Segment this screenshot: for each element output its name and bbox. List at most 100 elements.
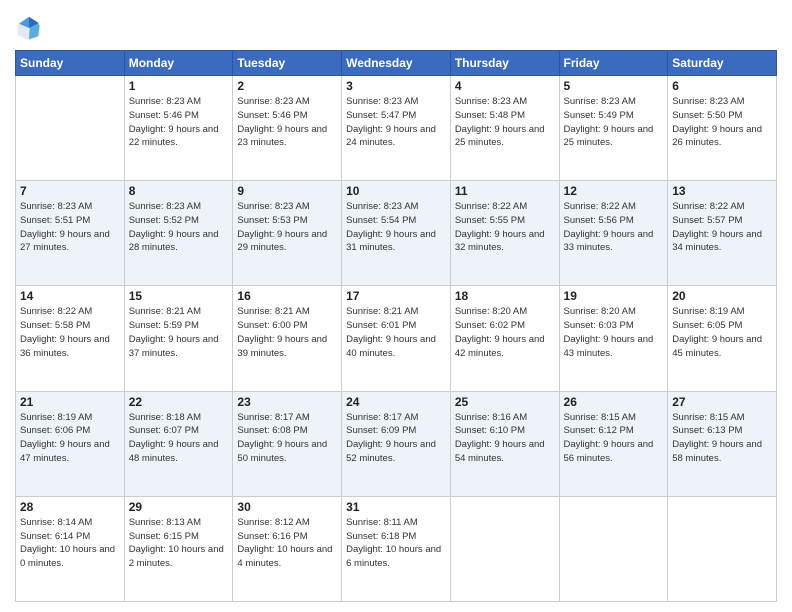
- day-cell: 26Sunrise: 8:15 AMSunset: 6:12 PMDayligh…: [559, 391, 668, 496]
- day-cell: 2Sunrise: 8:23 AMSunset: 5:46 PMDaylight…: [233, 76, 342, 181]
- sunset: Sunset: 5:54 PM: [346, 215, 416, 226]
- day-number: 31: [346, 500, 446, 514]
- day-cell: 31 Sunrise: 8:11 AMSunset: 6:18 PMDayligh…: [342, 496, 451, 601]
- day-info: Sunrise: 8:23 AMSunset: 5:46 PMDaylight:…: [129, 95, 229, 150]
- sunrise: Sunrise: 8:14 AM: [20, 517, 92, 528]
- day-info: Sunrise: 8:11 AMSunset: 6:18 PMDaylight:…: [346, 516, 446, 571]
- day-cell: 23Sunrise: 8:17 AMSunset: 6:08 PMDayligh…: [233, 391, 342, 496]
- daylight: Daylight: 10 hours and 2 minutes.: [129, 544, 224, 569]
- day-number: 10: [346, 184, 446, 198]
- day-number: 19: [564, 289, 664, 303]
- sunrise: Sunrise: 8:22 AM: [564, 201, 636, 212]
- sunrise: Sunrise: 8:21 AM: [346, 306, 418, 317]
- week-row-1: 1 Sunrise: 8:23 AMSunset: 5:46 PMDaylight…: [16, 76, 777, 181]
- sunrise: Sunrise: 8:20 AM: [455, 306, 527, 317]
- sunset: Sunset: 6:12 PM: [564, 425, 634, 436]
- day-number: 30: [237, 500, 337, 514]
- day-info: Sunrise: 8:12 AMSunset: 6:16 PMDaylight:…: [237, 516, 337, 571]
- day-number: 5: [564, 79, 664, 93]
- day-info: Sunrise: 8:23 AMSunset: 5:52 PMDaylight:…: [129, 200, 229, 255]
- week-row-4: 21Sunrise: 8:19 AMSunset: 6:06 PMDayligh…: [16, 391, 777, 496]
- day-number: 7: [20, 184, 120, 198]
- day-cell: 3Sunrise: 8:23 AMSunset: 5:47 PMDaylight…: [342, 76, 451, 181]
- day-info: Sunrise: 8:23 AMSunset: 5:50 PMDaylight:…: [672, 95, 772, 150]
- day-info: Sunrise: 8:14 AMSunset: 6:14 PMDaylight:…: [20, 516, 120, 571]
- sunset: Sunset: 6:09 PM: [346, 425, 416, 436]
- day-cell: 27Sunrise: 8:15 AMSunset: 6:13 PMDayligh…: [668, 391, 777, 496]
- daylight: Daylight: 9 hours and 39 minutes.: [237, 334, 327, 359]
- daylight: Daylight: 9 hours and 33 minutes.: [564, 229, 654, 254]
- day-number: 4: [455, 79, 555, 93]
- sunset: Sunset: 6:16 PM: [237, 531, 307, 542]
- day-info: Sunrise: 8:15 AMSunset: 6:12 PMDaylight:…: [564, 411, 664, 466]
- day-number: 8: [129, 184, 229, 198]
- daylight: Daylight: 9 hours and 47 minutes.: [20, 439, 110, 464]
- day-info: Sunrise: 8:23 AMSunset: 5:47 PMDaylight:…: [346, 95, 446, 150]
- day-cell: 8 Sunrise: 8:23 AMSunset: 5:52 PMDaylight…: [124, 181, 233, 286]
- daylight: Daylight: 9 hours and 26 minutes.: [672, 124, 762, 149]
- day-info: Sunrise: 8:19 AM Sunset: 6:06 PM Daylight:…: [20, 411, 120, 466]
- sunset: Sunset: 6:10 PM: [455, 425, 525, 436]
- sunset: Sunset: 6:08 PM: [237, 425, 307, 436]
- day-cell: 24Sunrise: 8:17 AMSunset: 6:09 PMDayligh…: [342, 391, 451, 496]
- day-info: Sunrise: 8:13 AMSunset: 6:15 PMDaylight:…: [129, 516, 229, 571]
- sunset: Sunset: 6:06 PM: [20, 425, 90, 436]
- daylight: Daylight: 9 hours and 45 minutes.: [672, 334, 762, 359]
- sunset: Sunset: 5:51 PM: [20, 215, 90, 226]
- sunset: Sunset: 5:48 PM: [455, 110, 525, 121]
- sunrise: Sunrise: 8:13 AM: [129, 517, 201, 528]
- daylight: Daylight: 9 hours and 48 minutes.: [129, 439, 219, 464]
- day-info: Sunrise: 8:17 AMSunset: 6:09 PMDaylight:…: [346, 411, 446, 466]
- day-number: 1: [129, 79, 229, 93]
- day-cell: 13Sunrise: 8:22 AMSunset: 5:57 PMDayligh…: [668, 181, 777, 286]
- header: [15, 10, 777, 42]
- page: SundayMondayTuesdayWednesdayThursdayFrid…: [0, 0, 792, 612]
- day-cell: [559, 496, 668, 601]
- day-number: 28: [20, 500, 120, 514]
- sunset: Sunset: 5:53 PM: [237, 215, 307, 226]
- day-number: 23: [237, 395, 337, 409]
- sunset: Sunset: 6:01 PM: [346, 320, 416, 331]
- week-row-3: 14Sunrise: 8:22 AMSunset: 5:58 PMDayligh…: [16, 286, 777, 391]
- sunrise: Sunrise: 8:21 AM: [237, 306, 309, 317]
- day-cell: 20Sunrise: 8:19 AMSunset: 6:05 PMDayligh…: [668, 286, 777, 391]
- day-number: 9: [237, 184, 337, 198]
- logo: [15, 14, 45, 42]
- day-number: 13: [672, 184, 772, 198]
- sunrise: Sunrise: 8:12 AM: [237, 517, 309, 528]
- day-info: Sunrise: 8:23 AMSunset: 5:54 PMDaylight:…: [346, 200, 446, 255]
- day-cell: 14Sunrise: 8:22 AMSunset: 5:58 PMDayligh…: [16, 286, 125, 391]
- daylight: Daylight: 9 hours and 58 minutes.: [672, 439, 762, 464]
- day-info: Sunrise: 8:21 AMSunset: 6:00 PMDaylight:…: [237, 305, 337, 360]
- day-cell: 21Sunrise: 8:19 AMSunset: 6:06 PMDayligh…: [16, 391, 125, 496]
- daylight: Daylight: 9 hours and 43 minutes.: [564, 334, 654, 359]
- day-number: 17: [346, 289, 446, 303]
- day-cell: 5Sunrise: 8:23 AMSunset: 5:49 PMDaylight…: [559, 76, 668, 181]
- day-info: Sunrise: 8:22 AMSunset: 5:56 PMDaylight:…: [564, 200, 664, 255]
- day-cell: 1 Sunrise: 8:23 AMSunset: 5:46 PMDaylight…: [124, 76, 233, 181]
- day-number: 18: [455, 289, 555, 303]
- day-info: Sunrise: 8:18 AMSunset: 6:07 PMDaylight:…: [129, 411, 229, 466]
- day-info: Sunrise: 8:23 AMSunset: 5:49 PMDaylight:…: [564, 95, 664, 150]
- day-info: Sunrise: 8:22 AMSunset: 5:58 PMDaylight:…: [20, 305, 120, 360]
- daylight: Daylight: 9 hours and 27 minutes.: [20, 229, 110, 254]
- sunset: Sunset: 5:49 PM: [564, 110, 634, 121]
- sunrise: Sunrise: 8:17 AM: [346, 412, 418, 423]
- day-info: Sunrise: 8:16 AMSunset: 6:10 PMDaylight:…: [455, 411, 555, 466]
- day-cell: [668, 496, 777, 601]
- sunrise: Sunrise: 8:22 AM: [455, 201, 527, 212]
- day-cell: [16, 76, 125, 181]
- sunrise: Sunrise: 8:19 AM: [20, 412, 92, 423]
- sunset: Sunset: 5:57 PM: [672, 215, 742, 226]
- daylight: Daylight: 10 hours and 6 minutes.: [346, 544, 441, 569]
- col-header-monday: Monday: [124, 51, 233, 76]
- sunrise: Sunrise: 8:15 AM: [564, 412, 636, 423]
- week-row-2: 7Sunrise: 8:23 AMSunset: 5:51 PMDaylight…: [16, 181, 777, 286]
- sunset: Sunset: 5:47 PM: [346, 110, 416, 121]
- sunrise: Sunrise: 8:15 AM: [672, 412, 744, 423]
- daylight: Daylight: 9 hours and 32 minutes.: [455, 229, 545, 254]
- sunset: Sunset: 6:18 PM: [346, 531, 416, 542]
- sunrise: Sunrise: 8:23 AM: [564, 96, 636, 107]
- sunset: Sunset: 5:59 PM: [129, 320, 199, 331]
- sunrise: Sunrise: 8:16 AM: [455, 412, 527, 423]
